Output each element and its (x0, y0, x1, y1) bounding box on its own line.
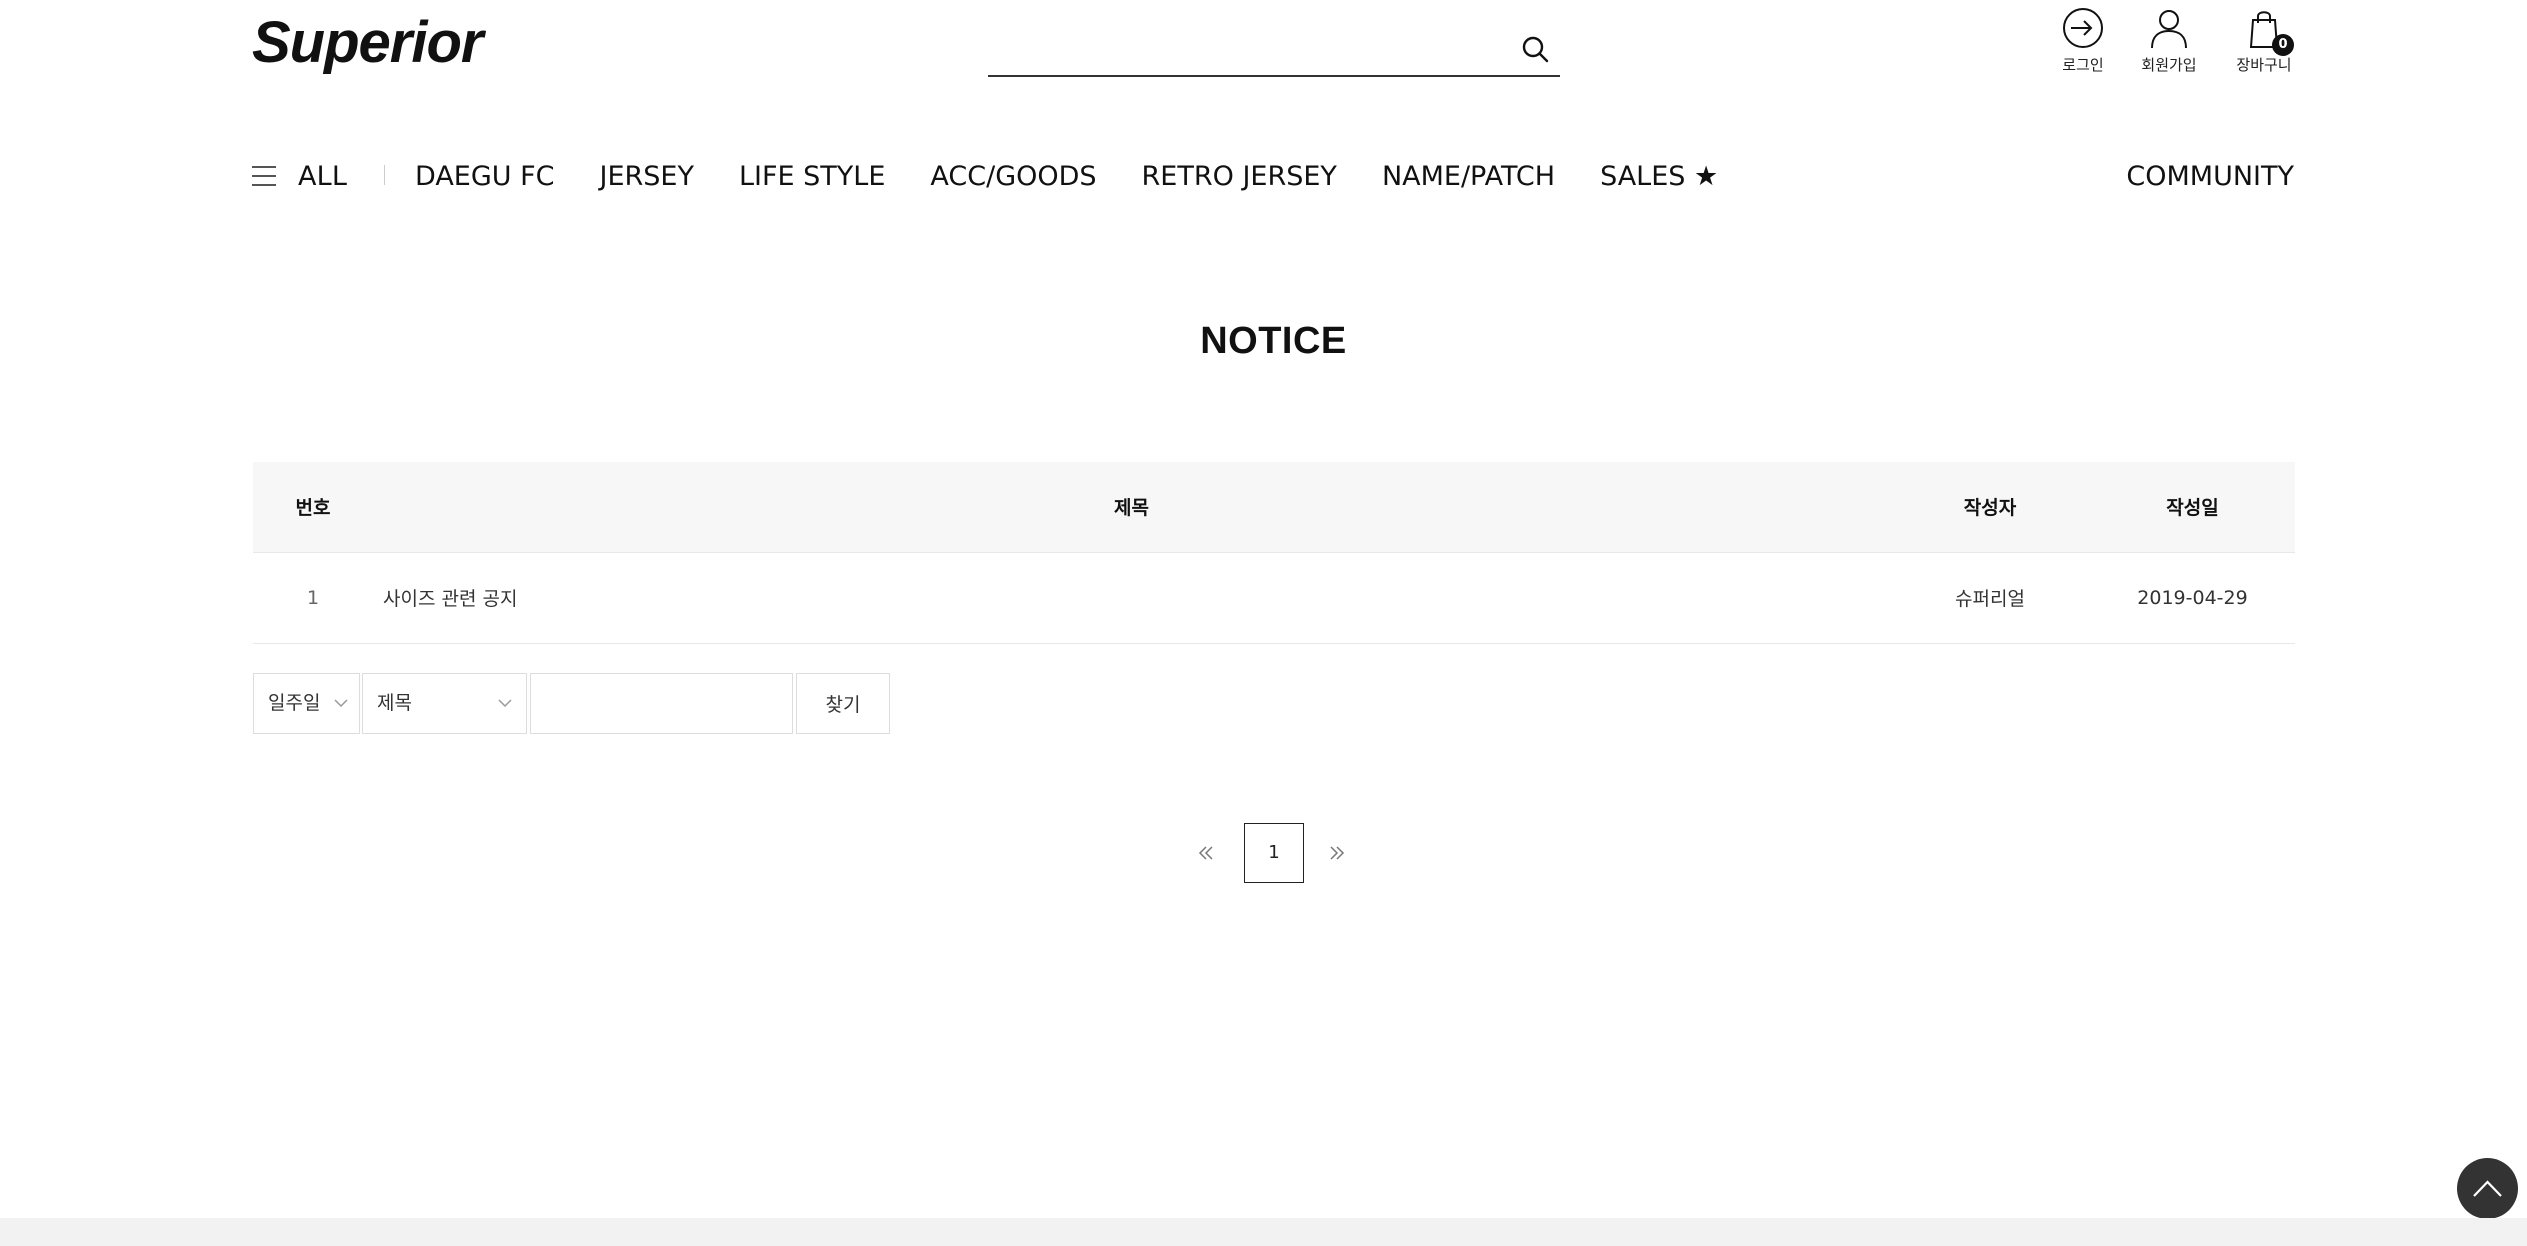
chevron-down-icon (498, 699, 512, 708)
notice-board-table: 번호 제목 작성자 작성일 1 사이즈 관련 공지 슈퍼리얼 2019-04-2… (253, 462, 2295, 644)
chevron-up-icon (2473, 1180, 2502, 1197)
join-label: 회원가입 (2141, 56, 2197, 74)
column-header-date: 작성일 (2090, 462, 2295, 552)
nav-divider (384, 165, 385, 185)
cart-label: 장바구니 (2236, 56, 2292, 74)
nav-item-acc-goods[interactable]: ACC/GOODS (930, 161, 1096, 192)
footer-strip (0, 1218, 2527, 1246)
main-navigation: ALL DAEGU FC JERSEY LIFE STYLE ACC/GOODS… (252, 150, 2294, 202)
user-icon (2151, 10, 2187, 49)
period-select[interactable]: 일주일 (253, 673, 360, 734)
nav-item-sales[interactable]: SALES ★ (1600, 161, 1718, 192)
search-field-select-value: 제목 (377, 692, 412, 714)
join-link[interactable]: 회원가입 (2124, 6, 2214, 86)
column-header-writer: 작성자 (1890, 462, 2090, 552)
login-arrow-icon (2063, 8, 2103, 48)
row-writer: 슈퍼리얼 (1890, 551, 2090, 644)
row-subject-link[interactable]: 사이즈 관련 공지 (383, 588, 517, 610)
chevron-down-icon (334, 699, 348, 708)
brand-logo[interactable]: Superior (252, 8, 483, 78)
column-header-subject: 제목 (373, 462, 1890, 552)
all-menu-label: ALL (298, 160, 348, 192)
nav-item-life-style[interactable]: LIFE STYLE (739, 161, 885, 192)
all-menu-button[interactable]: ALL (252, 154, 347, 198)
nav-item-jersey[interactable]: JERSEY (600, 161, 694, 192)
row-number: 1 (253, 551, 373, 644)
search-icon[interactable] (1518, 32, 1554, 68)
next-page-icon[interactable] (1321, 838, 1351, 868)
search-input[interactable] (988, 28, 1508, 68)
row-subject-cell: 사이즈 관련 공지 (373, 551, 1890, 644)
scroll-to-top-button[interactable] (2457, 1158, 2518, 1219)
nav-item-daegu-fc[interactable]: DAEGU FC (415, 161, 555, 192)
column-header-number: 번호 (253, 462, 373, 552)
nav-item-name-patch[interactable]: NAME/PATCH (1382, 161, 1555, 192)
login-link[interactable]: 로그인 (2038, 6, 2128, 86)
category-menu: DAEGU FC JERSEY LIFE STYLE ACC/GOODS RET… (415, 154, 1763, 198)
cart-count-badge: 0 (2272, 34, 2294, 56)
hamburger-icon (252, 166, 276, 186)
login-label: 로그인 (2062, 56, 2104, 74)
table-header-row: 번호 제목 작성자 작성일 (253, 462, 2295, 552)
page-number-current[interactable]: 1 (1244, 823, 1304, 883)
row-date: 2019-04-29 (2090, 551, 2295, 644)
search-field-select[interactable]: 제목 (362, 673, 527, 734)
table-row: 1 사이즈 관련 공지 슈퍼리얼 2019-04-29 (253, 551, 2295, 644)
nav-item-retro-jersey[interactable]: RETRO JERSEY (1142, 161, 1337, 192)
cart-link[interactable]: 0 장바구니 (2219, 6, 2309, 86)
page-title: NOTICE (1200, 320, 1347, 362)
site-header: Superior 로그인 회원가입 0 장바구니 (0, 0, 2527, 90)
nav-item-community[interactable]: COMMUNITY (2126, 154, 2294, 198)
search-bar (988, 20, 1560, 77)
period-select-value: 일주일 (268, 692, 321, 714)
find-button[interactable]: 찾기 (796, 673, 890, 734)
prev-page-icon[interactable] (1192, 838, 1222, 868)
keyword-input[interactable] (530, 673, 793, 734)
